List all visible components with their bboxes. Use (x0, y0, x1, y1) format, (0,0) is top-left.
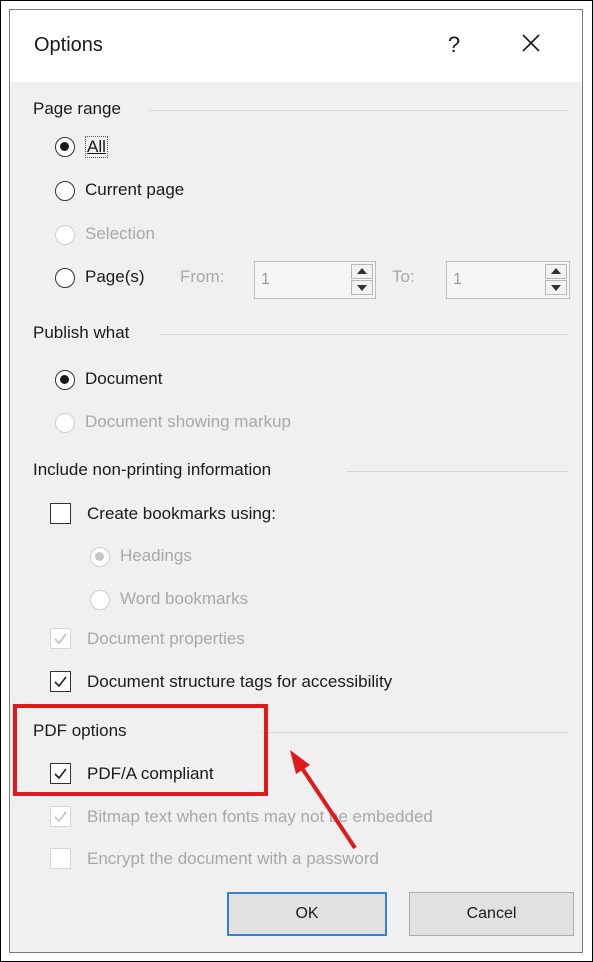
annotation-arrow-icon (290, 750, 357, 850)
